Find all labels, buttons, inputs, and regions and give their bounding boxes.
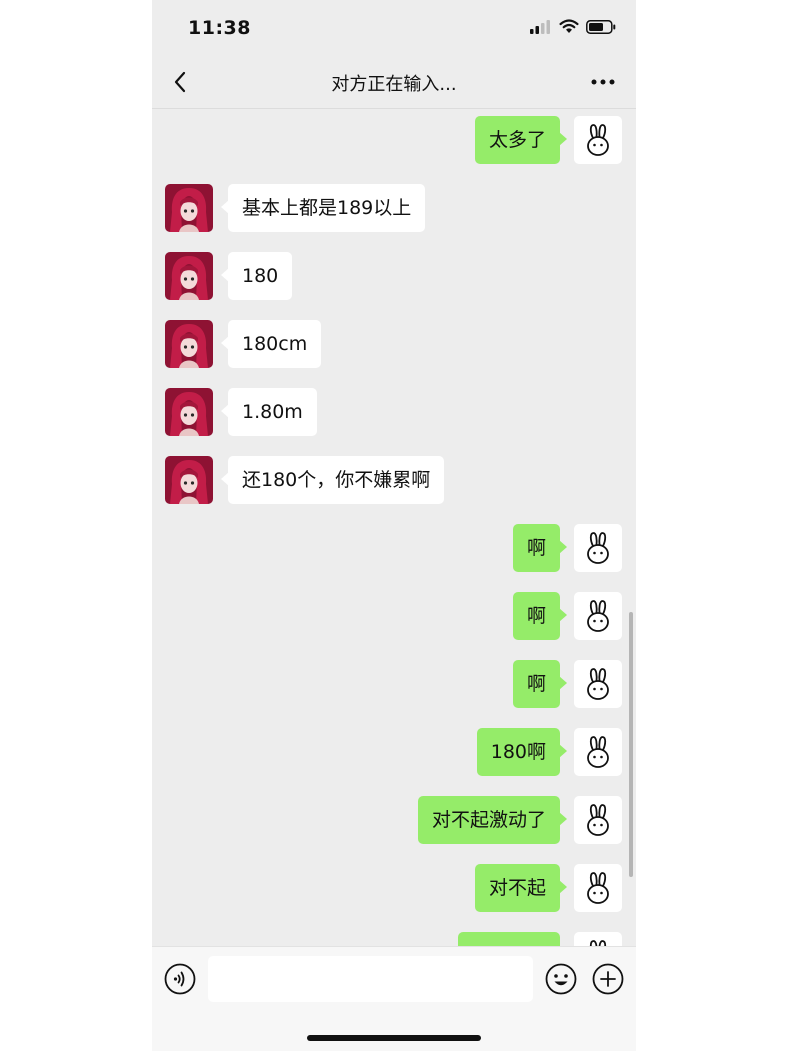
nav-bar: 对方正在输入... — [152, 56, 636, 109]
message-bubble-received[interactable]: 基本上都是189以上 — [220, 184, 426, 232]
message-bubble-received[interactable]: 180 — [220, 252, 293, 300]
my-avatar[interactable] — [574, 728, 622, 776]
anime-girl-avatar-icon — [165, 252, 213, 300]
rabbit-icon — [587, 736, 609, 768]
rabbit-icon — [587, 600, 609, 632]
message-row: 啊 — [152, 524, 636, 572]
anime-girl-avatar-icon — [165, 388, 213, 436]
message-row: 1.80m — [152, 388, 636, 436]
anime-girl-avatar-icon — [165, 184, 213, 232]
message-bubble-sent[interactable]: 对不起 — [474, 864, 568, 912]
message-bubble-sent[interactable]: 对不起激动了 — [417, 796, 568, 844]
message-bubble-received[interactable]: 1.80m — [221, 388, 317, 436]
my-avatar[interactable] — [574, 932, 622, 946]
battery-icon — [586, 19, 616, 34]
my-avatar[interactable] — [574, 864, 622, 912]
contact-avatar[interactable] — [165, 320, 213, 368]
emoji-icon — [545, 963, 577, 995]
more-button[interactable] — [588, 70, 618, 94]
message-bubble-sent[interactable] — [458, 932, 560, 946]
message-row: 180cm — [152, 320, 636, 368]
message-input[interactable] — [208, 956, 533, 1002]
message-row: 180啊 — [152, 728, 636, 776]
contact-avatar[interactable] — [165, 184, 213, 232]
signal-icon — [530, 19, 550, 34]
message-row — [152, 932, 636, 946]
rabbit-icon — [587, 124, 609, 156]
message-row: 太多了 — [152, 116, 636, 164]
message-row: 180 — [152, 252, 636, 300]
message-bubble-received[interactable]: 180cm — [220, 320, 322, 368]
my-avatar[interactable] — [574, 524, 622, 572]
contact-avatar[interactable] — [165, 456, 213, 504]
message-bubble-sent[interactable]: 太多了 — [474, 116, 568, 164]
rabbit-icon — [587, 872, 609, 904]
home-indicator[interactable] — [307, 1035, 481, 1041]
my-avatar[interactable] — [574, 660, 622, 708]
phone-screen: 11:38 对方正在输入... 太多了 基本上都是189以上 180 180cm… — [152, 0, 636, 1051]
message-row: 对不起激动了 — [152, 796, 636, 844]
rabbit-icon — [587, 532, 609, 564]
my-avatar[interactable] — [574, 116, 622, 164]
anime-girl-avatar-icon — [165, 456, 213, 504]
status-bar: 11:38 — [152, 0, 636, 56]
rabbit-icon — [587, 668, 609, 700]
message-bubble-sent[interactable]: 啊 — [512, 524, 568, 572]
message-bubble-sent[interactable]: 啊 — [512, 660, 568, 708]
plus-button[interactable] — [592, 963, 624, 995]
rabbit-icon — [589, 940, 607, 946]
input-bar — [152, 946, 636, 1051]
message-row: 还180个，你不嫌累啊 — [152, 456, 636, 504]
message-row: 基本上都是189以上 — [152, 184, 636, 232]
chat-title: 对方正在输入... — [331, 74, 457, 95]
message-row: 啊 — [152, 660, 636, 708]
rabbit-icon — [587, 804, 609, 836]
contact-avatar[interactable] — [165, 252, 213, 300]
message-row: 啊 — [152, 592, 636, 640]
plus-icon — [592, 963, 624, 995]
emoji-button[interactable] — [545, 963, 577, 995]
chat-scrollbar[interactable] — [629, 612, 633, 877]
my-avatar[interactable] — [574, 796, 622, 844]
chat-area[interactable]: 太多了 基本上都是189以上 180 180cm 1.80m 还180个，你不嫌… — [152, 109, 636, 946]
contact-avatar[interactable] — [165, 388, 213, 436]
message-bubble-received[interactable]: 还180个，你不嫌累啊 — [220, 456, 445, 504]
my-avatar[interactable] — [574, 592, 622, 640]
status-time: 11:38 — [188, 17, 251, 39]
message-row: 对不起 — [152, 864, 636, 912]
more-dots-icon — [591, 79, 615, 85]
message-bubble-sent[interactable]: 180啊 — [476, 728, 568, 776]
status-icons — [530, 19, 616, 34]
anime-girl-avatar-icon — [165, 320, 213, 368]
voice-button[interactable] — [164, 963, 196, 995]
message-bubble-sent[interactable]: 啊 — [512, 592, 568, 640]
voice-icon — [164, 963, 196, 995]
wifi-icon — [559, 19, 579, 33]
